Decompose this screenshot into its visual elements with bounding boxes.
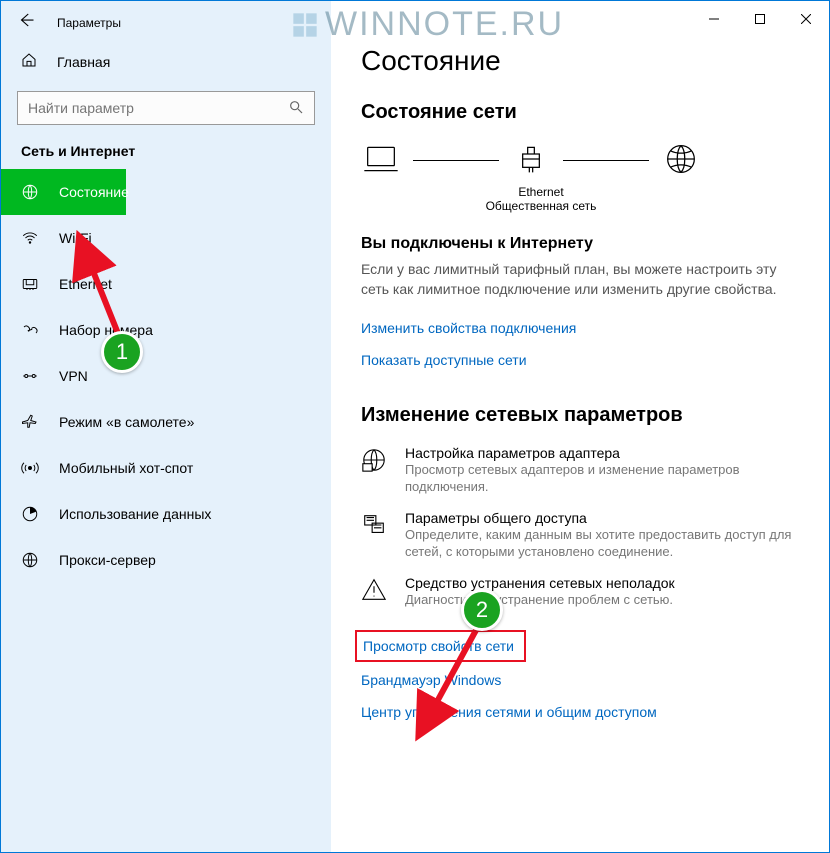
main-panel: Состояние Состояние сети Ethernet Общест… xyxy=(331,1,829,852)
connected-text: Если у вас лимитный тарифный план, вы мо… xyxy=(361,259,799,300)
diagram-line xyxy=(563,160,649,161)
sidebar-item-label: Использование данных xyxy=(59,506,211,522)
diagram-line xyxy=(413,160,499,161)
diagram-caption: Ethernet Общественная сеть xyxy=(361,185,721,213)
setting-row-troubleshoot[interactable]: Средство устранения сетевых неполадок Ди… xyxy=(361,575,799,609)
link-available-networks[interactable]: Показать доступные сети xyxy=(361,352,527,368)
setting-row-sharing[interactable]: Параметры общего доступа Определите, как… xyxy=(361,510,799,561)
ethernet-icon xyxy=(21,275,39,293)
sidebar-item-label: VPN xyxy=(59,368,88,384)
search-box[interactable] xyxy=(17,91,315,125)
status-heading: Состояние сети xyxy=(361,101,799,124)
datausage-icon xyxy=(21,505,39,523)
row-desc: Определите, каким данным вы хотите предо… xyxy=(405,526,799,561)
page-heading: Состояние xyxy=(361,45,799,77)
warning-icon xyxy=(361,575,389,606)
globe-large-icon xyxy=(661,142,701,179)
link-view-properties[interactable]: Просмотр свойств сети xyxy=(363,638,514,654)
row-title: Параметры общего доступа xyxy=(405,510,799,526)
row-title: Настройка параметров адаптера xyxy=(405,445,799,461)
annotation-badge-1: 1 xyxy=(101,331,143,373)
search-input[interactable] xyxy=(28,100,288,116)
sidebar-item-vpn[interactable]: VPN xyxy=(1,353,331,399)
adapter-icon xyxy=(361,445,389,476)
sidebar-item-label: Wi-Fi xyxy=(59,230,92,246)
proxy-icon xyxy=(21,551,39,569)
link-sharing-center[interactable]: Центр управления сетями и общим доступом xyxy=(361,704,657,720)
search-icon xyxy=(288,99,304,118)
row-title: Средство устранения сетевых неполадок xyxy=(405,575,675,591)
hotspot-icon xyxy=(21,459,39,477)
home-icon xyxy=(21,52,37,71)
airplane-icon xyxy=(21,413,39,431)
sidebar-item-airplane[interactable]: Режим «в самолете» xyxy=(1,399,331,445)
connected-title: Вы подключены к Интернету xyxy=(361,235,799,253)
router-icon xyxy=(511,142,551,179)
sidebar-item-hotspot[interactable]: Мобильный хот-спот xyxy=(1,445,331,491)
row-desc: Просмотр сетевых адаптеров и изменение п… xyxy=(405,461,799,496)
sidebar-item-label: Состояние xyxy=(59,184,129,200)
row-desc: Диагностика и устранение проблем с сетью… xyxy=(405,591,675,609)
titlebar-right xyxy=(331,1,829,37)
link-connection-properties[interactable]: Изменить свойства подключения xyxy=(361,320,576,336)
sidebar-item-label: Ethernet xyxy=(59,276,112,292)
close-button[interactable] xyxy=(783,3,829,35)
sidebar-item-label: Набор номера xyxy=(59,322,153,338)
minimize-button[interactable] xyxy=(691,3,737,35)
network-diagram xyxy=(361,142,799,179)
sidebar-nav: Состояние Wi-Fi Ethernet Набор номера VP… xyxy=(1,169,331,583)
sidebar: Параметры Главная Сеть и Интернет Состоя… xyxy=(1,1,331,852)
sidebar-item-datausage[interactable]: Использование данных xyxy=(1,491,331,537)
globe-icon xyxy=(21,183,39,201)
laptop-icon xyxy=(361,142,401,179)
sidebar-item-label: Мобильный хот-спот xyxy=(59,460,193,476)
sidebar-item-status[interactable]: Состояние xyxy=(1,169,126,215)
sidebar-item-label: Прокси-сервер xyxy=(59,552,156,568)
sidebar-item-proxy[interactable]: Прокси-сервер xyxy=(1,537,331,583)
vpn-icon xyxy=(21,367,39,385)
titlebar-left: Параметры xyxy=(1,1,331,42)
sharing-icon xyxy=(361,510,389,541)
dialup-icon xyxy=(21,321,39,339)
maximize-button[interactable] xyxy=(737,3,783,35)
back-button[interactable] xyxy=(17,11,35,34)
sidebar-item-label: Режим «в самолете» xyxy=(59,414,194,430)
window-title: Параметры xyxy=(57,16,121,30)
link-firewall[interactable]: Брандмауэр Windows xyxy=(361,672,501,688)
sidebar-item-wifi[interactable]: Wi-Fi xyxy=(1,215,331,261)
setting-row-adapter[interactable]: Настройка параметров адаптера Просмотр с… xyxy=(361,445,799,496)
sidebar-home-label: Главная xyxy=(57,54,110,70)
sidebar-item-ethernet[interactable]: Ethernet xyxy=(1,261,331,307)
sidebar-item-dialup[interactable]: Набор номера xyxy=(1,307,331,353)
sidebar-home[interactable]: Главная xyxy=(1,42,331,81)
annotation-badge-2: 2 xyxy=(461,589,503,631)
sidebar-section-header: Сеть и Интернет xyxy=(1,143,331,169)
change-settings-heading: Изменение сетевых параметров xyxy=(361,404,799,427)
wifi-icon xyxy=(21,229,39,247)
